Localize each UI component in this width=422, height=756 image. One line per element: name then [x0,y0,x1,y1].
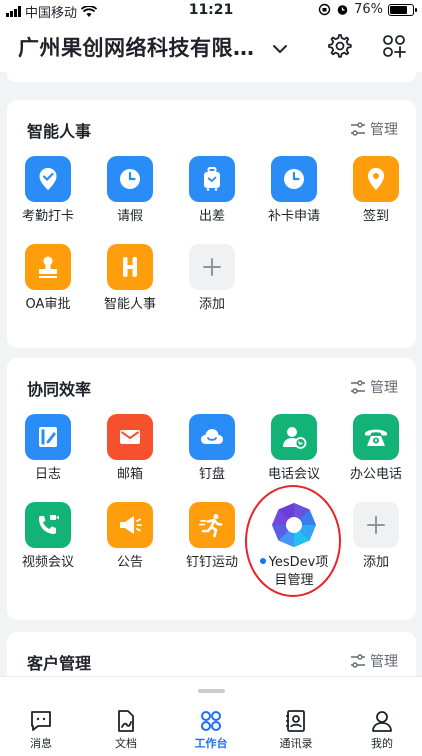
section-title: 客户管理 [27,654,92,673]
org-switcher[interactable]: 广州果创网络科技有限… [18,32,288,62]
app-announcement[interactable]: 公告 [89,502,171,572]
section-title: 协同效率 [27,380,92,399]
header: 广州果创网络科技有限… [0,20,422,72]
apps-plus-icon [383,35,406,58]
app-leave[interactable]: 请假 [89,156,171,226]
hr-logo-icon [107,244,153,290]
plus-icon [353,502,399,548]
location-check-icon [25,156,71,202]
app-add-hr[interactable]: 添加 [171,244,253,314]
contacts-book-icon [286,710,305,732]
document-icon [118,710,134,732]
app-office-phone[interactable]: 办公电话 [335,414,417,484]
app-sign-in[interactable]: 签到 [335,156,417,226]
alarm-icon [337,5,348,15]
app-video-conference[interactable]: 视频会议 [7,502,89,572]
tab-workbench[interactable]: 工作台 [181,709,241,751]
new-badge-dot [259,557,266,564]
contact-call-icon [271,414,317,460]
sliders-icon [351,654,365,668]
telephone-icon [353,414,399,460]
drag-handle[interactable] [198,689,225,693]
app-attendance[interactable]: 考勤打卡 [7,156,89,226]
app-clock-in-correction[interactable]: 补卡申请 [253,156,335,226]
tab-contacts[interactable]: 通讯录 [266,709,326,751]
plus-icon [189,244,235,290]
collab-card: 协同效率 管理 日志 邮箱 钉盘 电话会议 办公电话 视频会议 公告 钉钉运动 … [7,358,416,620]
journal-icon [25,414,71,460]
app-yesdev[interactable]: YesDev项目管理 [253,502,335,590]
mail-icon [107,414,153,460]
suitcase-icon [189,156,235,202]
add-app-button[interactable] [380,32,408,60]
clock-icon [271,156,317,202]
manage-button[interactable]: 管理 [350,377,398,397]
sliders-icon [351,122,365,136]
app-add-collab[interactable]: 添加 [335,502,417,572]
chat-icon [31,711,51,731]
app-smart-hr[interactable]: 智能人事 [89,244,171,314]
clock-icon [107,156,153,202]
tab-me[interactable]: 我的 [352,709,412,751]
app-oa-approval[interactable]: OA审批 [7,244,89,314]
running-icon [189,502,235,548]
org-name: 广州果创网络科技有限… [18,36,255,60]
previous-card [7,72,416,82]
cloud-icon [189,414,235,460]
manage-button[interactable]: 管理 [350,119,398,139]
megaphone-icon [107,502,153,548]
sliders-icon [351,380,365,394]
app-drive[interactable]: 钉盘 [171,414,253,484]
yesdev-logo-icon [271,502,317,548]
workbench-content[interactable]: 智能人事 管理 考勤打卡 请假 出差 补卡申请 签到 OA审批 智能人事 添加 … [0,72,422,676]
app-phone-conference[interactable]: 电话会议 [253,414,335,484]
crm-card: 客户管理 管理 [7,632,416,676]
section-title: 智能人事 [27,122,92,141]
tab-docs[interactable]: 文档 [96,709,156,751]
chevron-down-icon [273,45,288,54]
workbench-grid-icon [201,711,221,731]
person-icon [372,711,392,732]
app-dingtalk-sport[interactable]: 钉钉运动 [171,502,253,572]
gear-icon [328,34,352,58]
app-business-trip[interactable]: 出差 [171,156,253,226]
orientation-lock-icon [318,3,331,16]
tab-bar: 消息 文档 工作台 通讯录 我的 [0,676,422,756]
hr-card: 智能人事 管理 考勤打卡 请假 出差 补卡申请 签到 OA审批 智能人事 添加 [7,100,416,348]
battery-percent: 76% [354,2,383,17]
settings-button[interactable] [326,32,354,60]
app-log[interactable]: 日志 [7,414,89,484]
status-bar: 中国移动 11:21 76% [0,0,422,21]
manage-button[interactable]: 管理 [350,651,398,671]
tab-messages[interactable]: 消息 [11,709,71,751]
map-pin-icon [353,156,399,202]
stamp-icon [25,244,71,290]
app-mail[interactable]: 邮箱 [89,414,171,484]
battery-icon [388,3,417,16]
video-call-icon [25,502,71,548]
